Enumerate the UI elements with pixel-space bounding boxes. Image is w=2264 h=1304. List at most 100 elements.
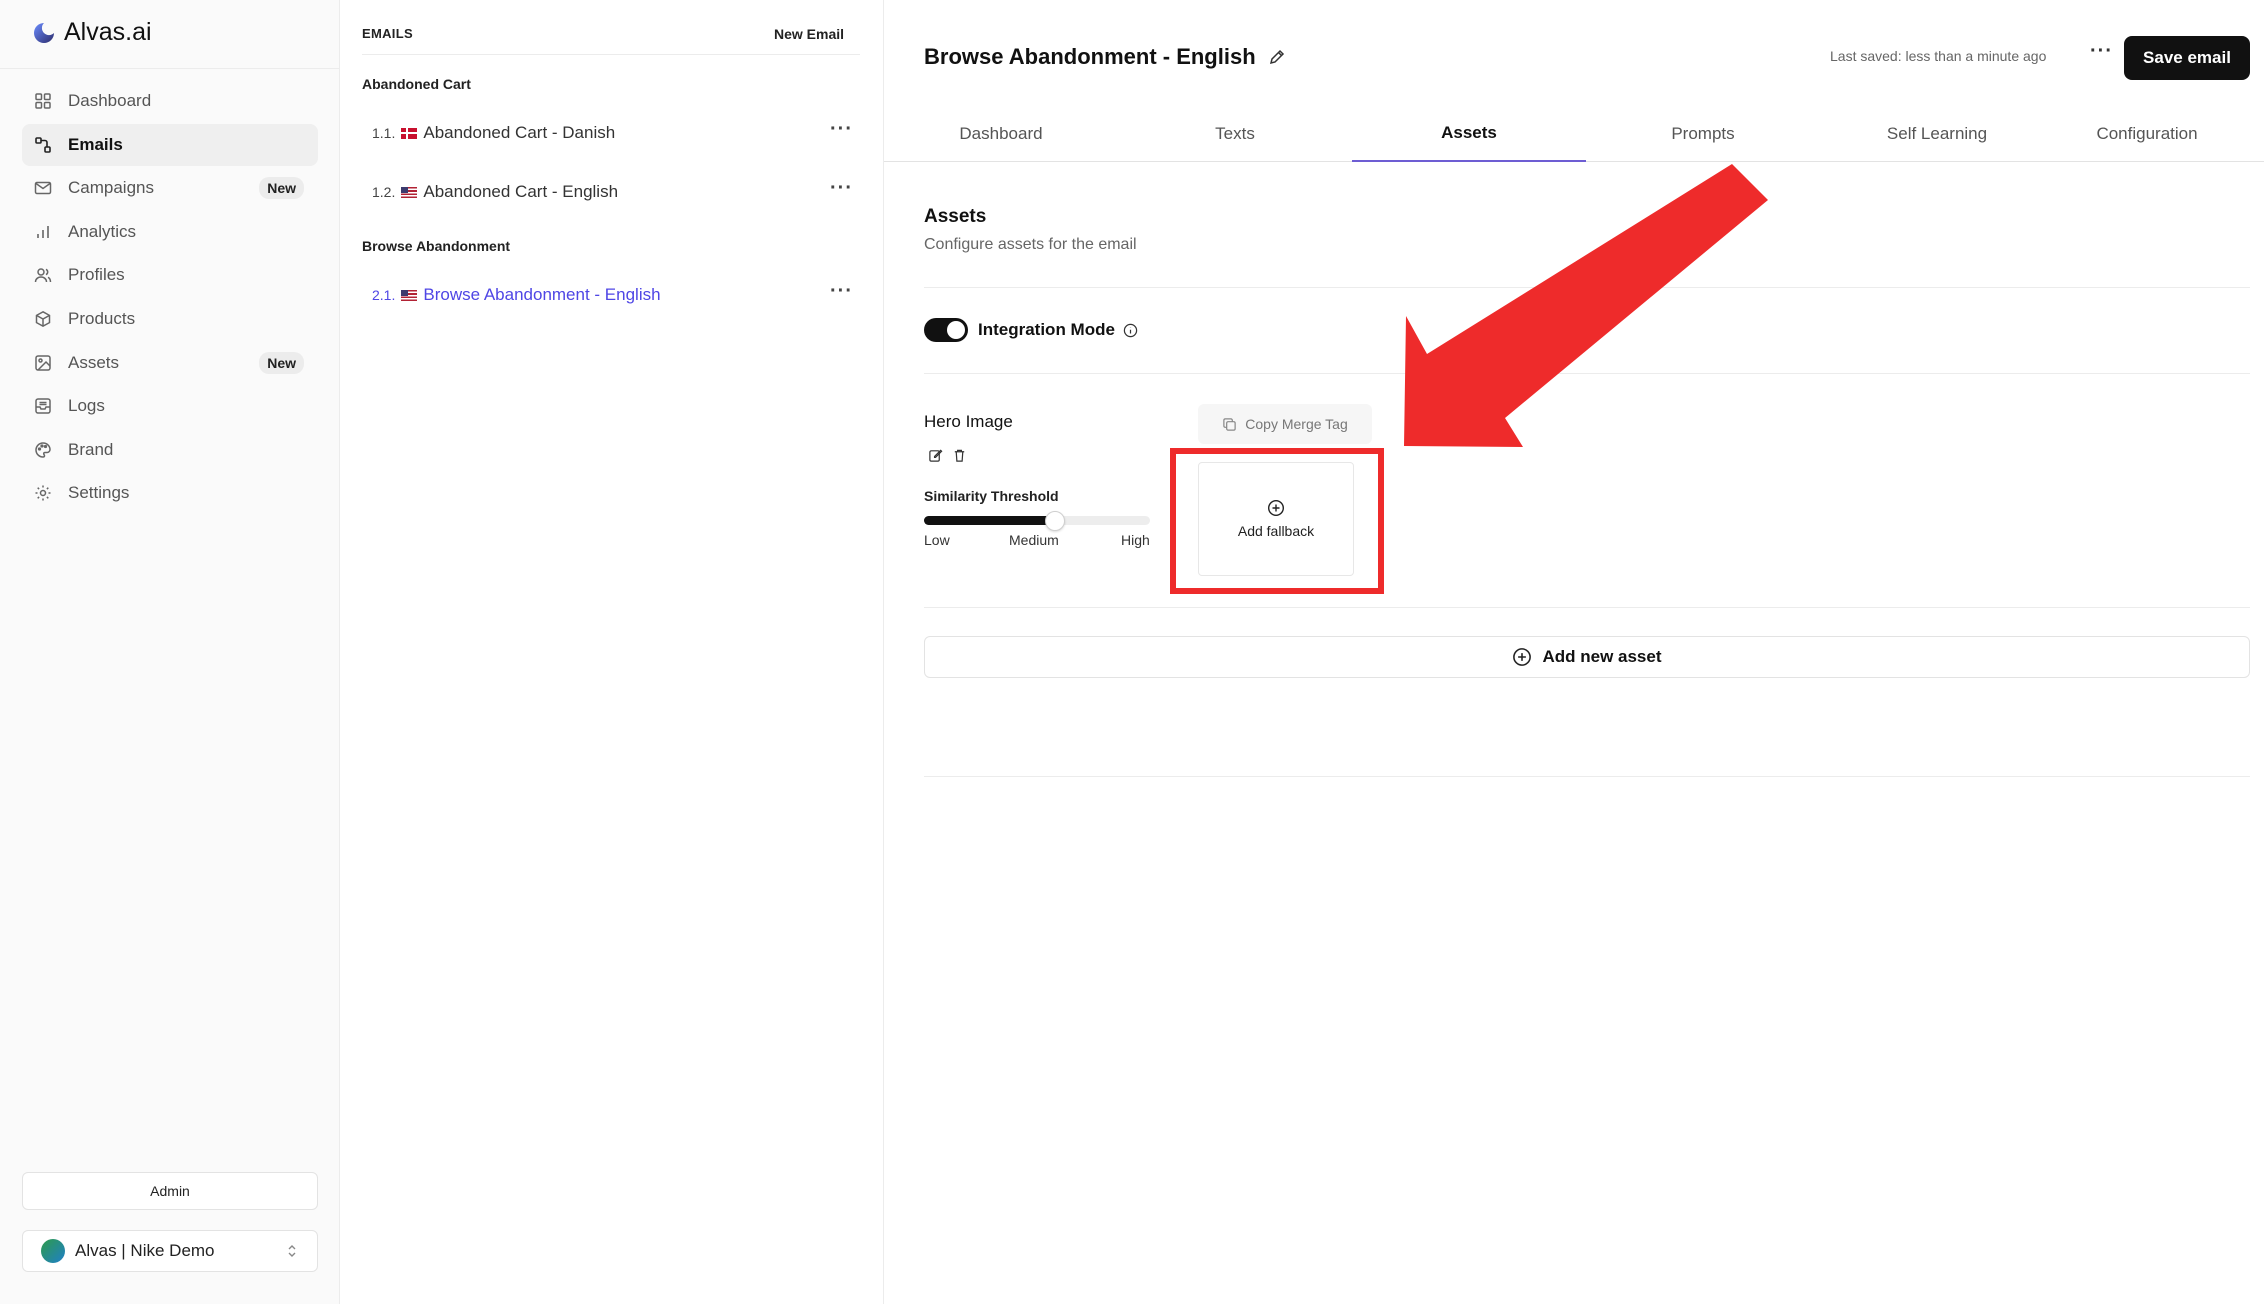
emails-heading: EMAILS <box>362 26 413 41</box>
integration-mode-toggle[interactable] <box>924 318 968 342</box>
mail-icon <box>34 181 52 195</box>
group-title-abandoned-cart: Abandoned Cart <box>362 76 471 92</box>
email-name: Abandoned Cart - Danish <box>423 123 616 142</box>
bar-chart-icon <box>37 225 49 238</box>
tab-dashboard[interactable]: Dashboard <box>884 106 1118 162</box>
integration-mode-text: Integration Mode <box>978 320 1115 339</box>
sidebar-item-products[interactable]: Products <box>22 298 318 340</box>
emails-divider <box>362 54 860 55</box>
admin-button[interactable]: Admin <box>22 1172 318 1210</box>
email-item-browse-abandonment-english[interactable]: 2.1. Browse Abandonment - English <box>372 279 852 311</box>
alvas-logo-icon <box>34 22 54 43</box>
chevron-up-down-icon <box>288 1245 296 1257</box>
add-new-asset-label: Add new asset <box>1542 647 1662 666</box>
save-email-button[interactable]: Save email <box>2124 36 2250 80</box>
copy-merge-tag-label: Copy Merge Tag <box>1245 416 1348 432</box>
sidebar-item-brand[interactable]: Brand <box>22 429 318 471</box>
email-number: 1.2. <box>372 184 396 200</box>
brand-logo[interactable]: Alvas.ai <box>32 18 152 47</box>
section-divider <box>924 607 2250 608</box>
sidebar: Alvas.ai Dashboard Emails Campaigns New … <box>0 0 340 1304</box>
workflow-icon <box>35 136 51 153</box>
email-list-panel: EMAILS New Email Abandoned Cart 1.1. Aba… <box>340 0 884 1304</box>
sidebar-nav: Dashboard Emails Campaigns New Analytics… <box>22 80 318 516</box>
new-email-button[interactable]: New Email <box>774 26 844 42</box>
inbox-icon <box>35 398 51 414</box>
copy-merge-tag-button[interactable]: Copy Merge Tag <box>1198 404 1372 444</box>
edit-icon[interactable] <box>928 448 943 463</box>
email-item-abandoned-cart-english[interactable]: 1.2. Abandoned Cart - English <box>372 176 852 208</box>
package-icon <box>35 310 51 328</box>
denmark-flag-icon <box>401 127 418 139</box>
tab-configuration[interactable]: Configuration <box>2030 106 2264 162</box>
group-title-browse-abandonment: Browse Abandonment <box>362 238 511 254</box>
sidebar-item-label: Assets <box>68 352 120 372</box>
sidebar-item-emails[interactable]: Emails <box>22 123 318 166</box>
email-more-button[interactable]: ··· <box>830 118 853 141</box>
sidebar-item-profiles[interactable]: Profiles <box>22 254 318 296</box>
email-more-button[interactable]: ··· <box>830 280 853 303</box>
section-divider <box>924 373 2250 374</box>
last-saved-status: Last saved: less than a minute ago <box>1830 48 2047 64</box>
users-icon <box>34 268 52 283</box>
email-name: Browse Abandonment - English <box>423 285 661 304</box>
sidebar-item-assets[interactable]: Assets New <box>22 342 318 384</box>
workspace-avatar <box>41 1239 65 1263</box>
tab-assets[interactable]: Assets <box>1352 106 1586 162</box>
tab-self-learning[interactable]: Self Learning <box>1820 106 2054 162</box>
tab-texts[interactable]: Texts <box>1118 106 1352 162</box>
header-more-button[interactable]: ··· <box>2090 40 2113 63</box>
new-badge: New <box>259 177 304 200</box>
grid-icon <box>35 93 51 109</box>
similarity-slider[interactable] <box>924 511 1150 531</box>
annotation-arrow-icon <box>1404 164 1768 447</box>
main-panel: Browse Abandonment - English Last saved:… <box>884 0 2264 1304</box>
sidebar-item-label: Products <box>68 308 136 328</box>
sidebar-item-label: Analytics <box>68 221 137 241</box>
slider-fill <box>924 516 1056 525</box>
new-badge: New <box>259 351 304 374</box>
tab-prompts[interactable]: Prompts <box>1586 106 1820 162</box>
us-flag-icon <box>401 289 418 301</box>
copy-icon <box>1223 417 1236 431</box>
plus-circle-icon <box>1513 648 1532 666</box>
similarity-threshold-label: Similarity Threshold <box>924 488 1059 504</box>
brand-name: Alvas.ai <box>64 18 152 46</box>
email-name: Abandoned Cart - English <box>423 182 619 201</box>
email-title: Browse Abandonment - English <box>924 44 1256 69</box>
sidebar-item-dashboard[interactable]: Dashboard <box>22 80 318 122</box>
palette-icon <box>35 441 51 458</box>
email-number: 2.1. <box>372 287 396 303</box>
sidebar-item-logs[interactable]: Logs <box>22 385 318 427</box>
email-number: 1.1. <box>372 125 396 141</box>
trash-icon[interactable] <box>952 448 967 463</box>
slider-thumb[interactable] <box>1045 511 1066 531</box>
sidebar-item-label: Profiles <box>68 265 125 285</box>
slider-tick-medium: Medium <box>1009 532 1059 548</box>
tab-bar: Dashboard Texts Assets Prompts Self Lear… <box>884 106 2264 162</box>
sidebar-item-label: Dashboard <box>68 91 152 110</box>
image-icon <box>35 354 51 371</box>
sidebar-item-campaigns[interactable]: Campaigns New <box>22 167 318 209</box>
sidebar-item-analytics[interactable]: Analytics <box>22 211 318 253</box>
gear-icon <box>35 485 51 501</box>
slider-tick-high: High <box>1121 532 1150 548</box>
pencil-icon[interactable] <box>1268 48 1286 66</box>
email-more-button[interactable]: ··· <box>830 177 853 200</box>
email-item-abandoned-cart-danish[interactable]: 1.1. Abandoned Cart - Danish <box>372 117 852 149</box>
workspace-switcher[interactable]: Alvas | Nike Demo <box>22 1230 318 1272</box>
page-title: Browse Abandonment - English <box>924 44 1286 70</box>
info-icon[interactable] <box>1123 323 1138 338</box>
sidebar-item-label: Campaigns <box>68 178 154 198</box>
sidebar-item-settings[interactable]: Settings <box>22 472 318 514</box>
sidebar-item-label: Brand <box>68 439 114 459</box>
section-divider <box>924 287 2250 288</box>
sidebar-divider <box>0 68 340 69</box>
asset-name: Hero Image <box>924 412 1013 431</box>
slider-tick-low: Low <box>924 532 950 548</box>
annotation-highlight-box <box>1170 448 1384 594</box>
section-description: Configure assets for the email <box>924 236 1137 253</box>
sidebar-item-label: Logs <box>68 396 105 416</box>
add-new-asset-button[interactable]: Add new asset <box>924 636 2250 678</box>
sidebar-item-label: Settings <box>68 483 130 503</box>
